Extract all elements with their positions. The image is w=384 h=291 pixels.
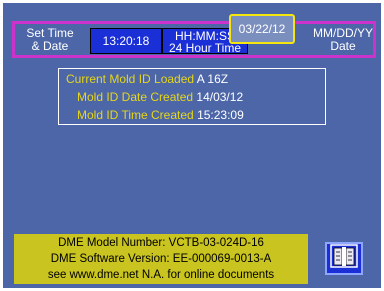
mold-date-label: Mold ID Date Created xyxy=(77,90,194,104)
mold-info-panel: Current Mold ID Loaded A 16Z Mold ID Dat… xyxy=(58,68,326,125)
mold-date-value: 14/03/12 xyxy=(196,90,244,104)
date-input[interactable]: 03/22/12 xyxy=(229,14,295,44)
set-time-date-label: Set Time & Date xyxy=(21,27,79,53)
mold-time-row: Mold ID Time Created 15:23:09 xyxy=(77,107,244,123)
current-mold-label: Current Mold ID Loaded xyxy=(66,72,195,86)
date-value: 03/22/12 xyxy=(238,22,286,36)
model-number-line: DME Model Number: VCTB-03-024D-16 xyxy=(58,237,264,249)
software-version-line: DME Software Version: EE-000069-0013-A xyxy=(50,253,272,265)
current-mold-row: Current Mold ID Loaded A 16Z xyxy=(66,71,228,87)
device-screen: Set Time & Date 13:20:18 HH:MM:SS 24 Hou… xyxy=(3,3,381,288)
door-exit-icon xyxy=(330,244,358,273)
current-mold-value: A 16Z xyxy=(196,72,229,86)
date-format-label: MM/DD/YY Date xyxy=(312,27,374,53)
time-value: 13:20:18 xyxy=(102,34,150,48)
mold-date-row: Mold ID Date Created 14/03/12 xyxy=(77,89,243,105)
set-label-line2: & Date xyxy=(31,39,69,53)
exit-button[interactable] xyxy=(325,242,363,275)
device-info-footer: DME Model Number: VCTB-03-024D-16 DME So… xyxy=(14,234,308,284)
time-date-bar: Set Time & Date 13:20:18 HH:MM:SS 24 Hou… xyxy=(12,21,376,58)
mold-time-label: Mold ID Time Created xyxy=(77,108,194,122)
documentation-line: see www.dme.net N.A. for online document… xyxy=(47,269,275,281)
date-format-line2: Date xyxy=(330,39,356,53)
mold-time-value: 15:23:09 xyxy=(197,108,244,122)
time-input[interactable]: 13:20:18 xyxy=(90,28,162,54)
